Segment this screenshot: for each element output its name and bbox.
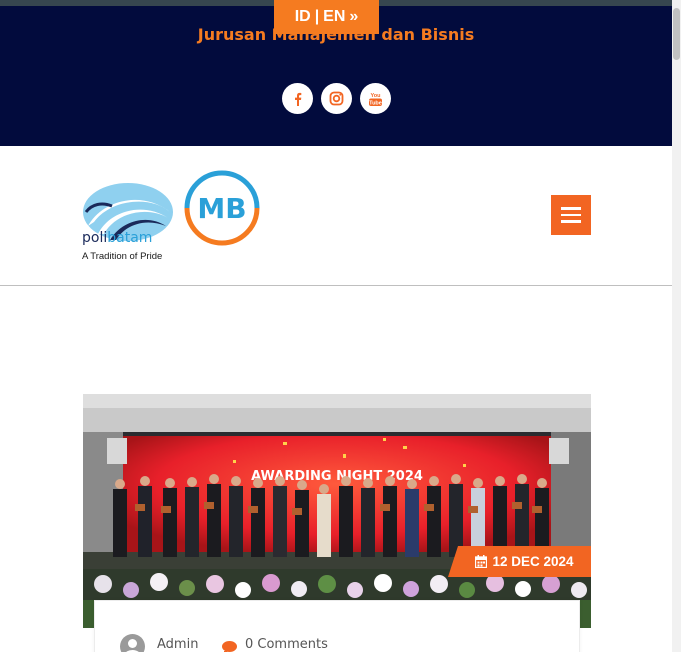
facebook-link[interactable]: [282, 83, 313, 114]
language-switch[interactable]: ID | EN »: [274, 0, 379, 34]
author-avatar-icon: [120, 634, 145, 652]
hamburger-icon-line-2: [561, 213, 581, 217]
polibatam-tagline: A Tradition of Pride: [82, 251, 163, 262]
hamburger-icon-line-1: [561, 207, 581, 210]
calendar-icon: [475, 555, 488, 568]
lang-separator: |: [314, 8, 320, 25]
svg-text:Tube: Tube: [369, 100, 382, 106]
svg-text:You: You: [371, 93, 381, 99]
page-scrollbar[interactable]: [672, 0, 681, 652]
youtube-link[interactable]: You Tube: [360, 83, 391, 114]
facebook-icon: [294, 92, 301, 106]
instagram-icon: [329, 91, 344, 106]
scrollbar-thumb[interactable]: [673, 8, 680, 60]
lang-arrow-icon: »: [349, 8, 359, 25]
page: Jurusan Manajemen dan Bisnis You Tube ID…: [0, 0, 681, 652]
post-author[interactable]: Admin: [157, 637, 198, 652]
post-featured-image[interactable]: AWARDING NIGHT 2024: [83, 394, 591, 628]
hamburger-icon-line-3: [561, 220, 581, 223]
social-links: You Tube: [282, 83, 391, 114]
post-date: 12 DEC 2024: [492, 554, 574, 569]
polibatam-wordmark-batam: batam: [107, 230, 153, 246]
menu-button[interactable]: [551, 195, 591, 235]
instagram-link[interactable]: [321, 83, 352, 114]
youtube-icon: You Tube: [369, 93, 382, 106]
mb-logo-text: MB: [197, 192, 246, 225]
comment-icon: [222, 641, 237, 652]
event-photo: AWARDING NIGHT 2024: [83, 394, 591, 628]
polibatam-wordmark-poli: poli: [82, 230, 108, 246]
polibatam-logo[interactable]: [82, 166, 174, 262]
mb-logo[interactable]: MB: [182, 170, 262, 246]
polibatam-wordmark: polibatam: [82, 230, 152, 246]
lang-en[interactable]: EN: [323, 8, 345, 26]
post-comments-count[interactable]: 0 Comments: [245, 637, 328, 652]
post-date-badge: 12 DEC 2024: [448, 546, 591, 577]
lang-id[interactable]: ID: [295, 8, 311, 26]
